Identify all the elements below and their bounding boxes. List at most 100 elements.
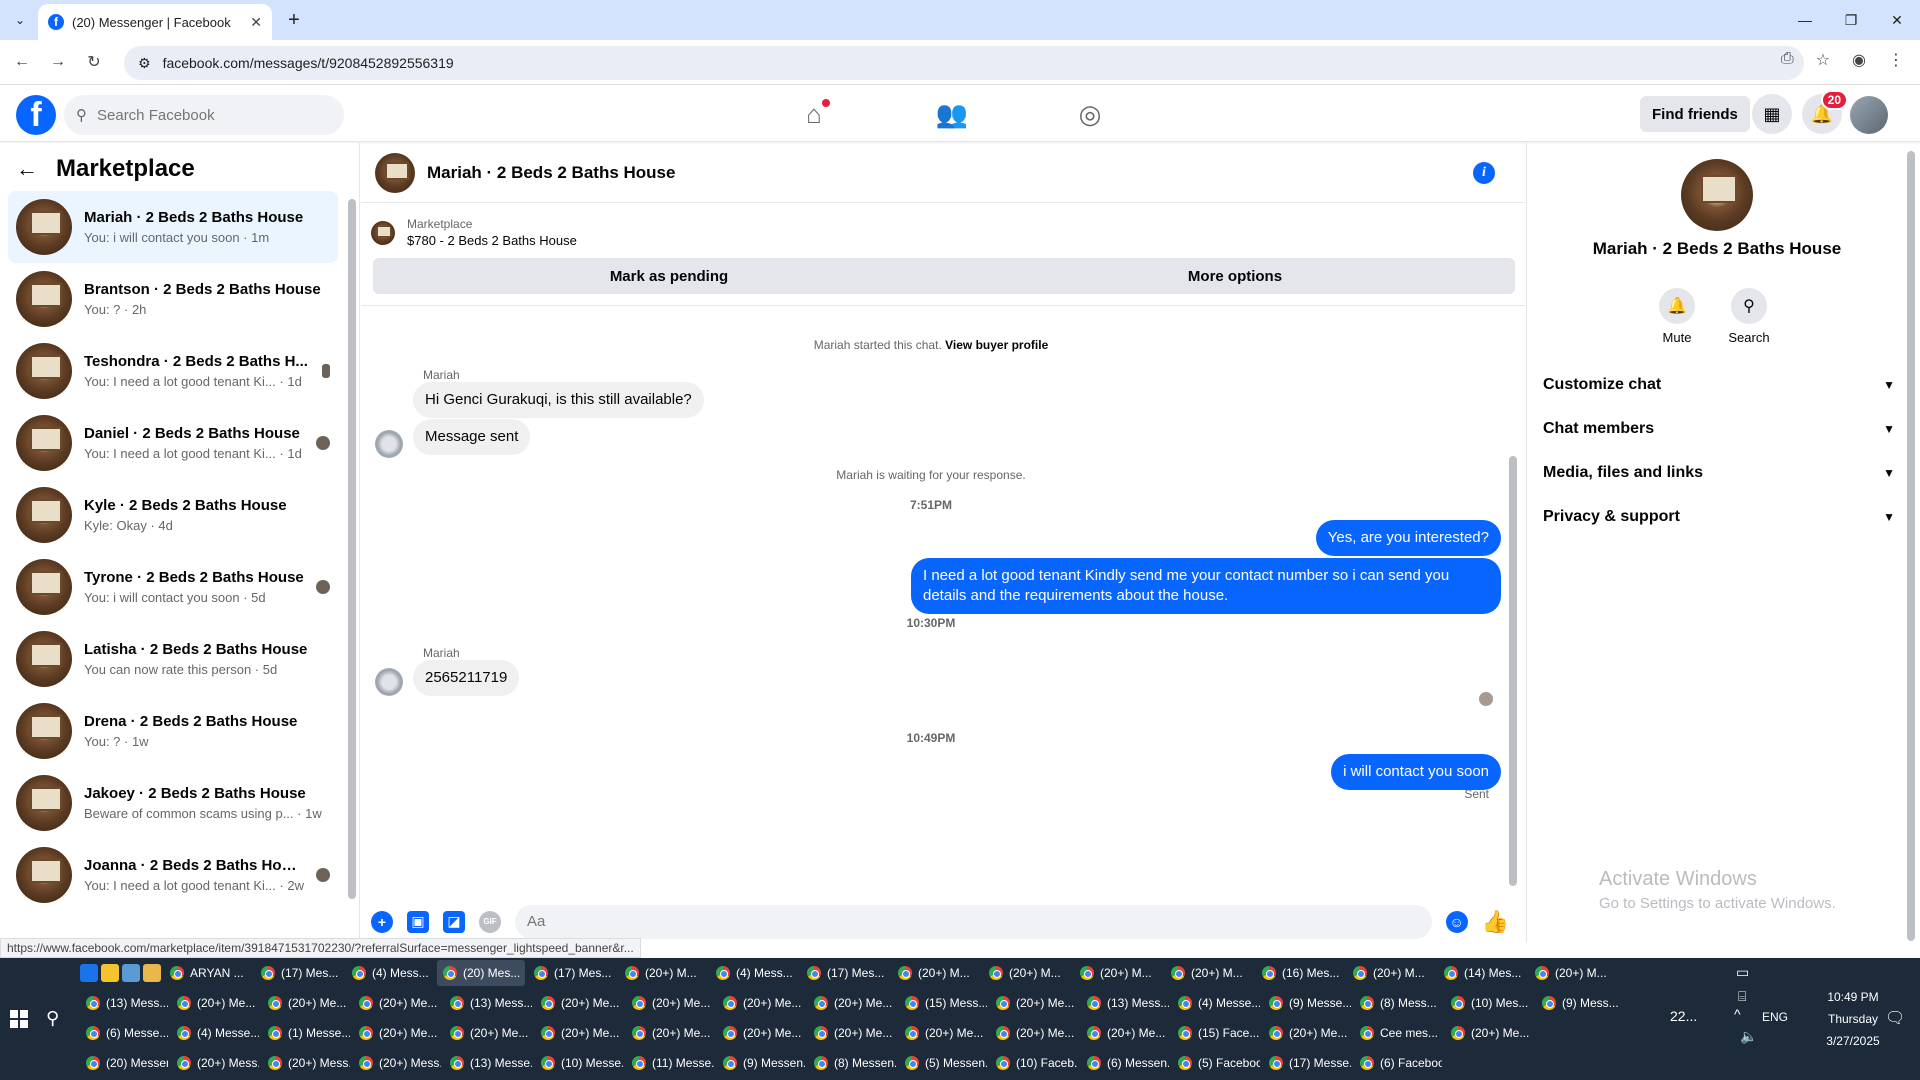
taskbar-window-item[interactable]: (10) Mes... [1445,990,1533,1016]
forward-arrow-icon[interactable]: → [46,50,70,74]
taskbar-window-item[interactable]: (6) Messe... [80,1020,168,1046]
tab-search-chevron-icon[interactable]: ⌄ [8,8,32,32]
taskbar-window-item[interactable]: (8) Messen... [808,1050,896,1076]
taskbar-window-item[interactable]: (20+) Me... [444,1020,532,1046]
windows-start-icon[interactable] [10,1010,28,1028]
new-tab-icon[interactable]: + [282,8,306,32]
taskbar-window-item[interactable]: (13) Messe... [444,1050,532,1076]
incoming-message[interactable]: 2565211719 [413,660,520,696]
search-conversation-button[interactable]: ⚲ Search [1719,288,1779,345]
taskbar-window-item[interactable]: (4) Messe... [1172,990,1260,1016]
taskbar-window-item[interactable]: (15) Face... [1172,1020,1260,1046]
taskbar-window-item[interactable]: (17) Mes... [801,960,889,986]
taskbar-window-item[interactable]: (20+) M... [1347,960,1435,986]
edge-icon[interactable] [80,964,98,982]
taskbar-window-item[interactable]: (20+) Me... [1081,1020,1169,1046]
taskbar-window-item[interactable]: (20+) Me... [717,990,805,1016]
desktop-icon[interactable]: ▭ [1736,964,1749,981]
notifications-bell-icon[interactable]: 🔔 20 [1802,90,1848,134]
taskbar-window-item[interactable]: (20+) M... [1165,960,1253,986]
menu-grid-icon[interactable]: ▦ [1752,94,1792,134]
action-center-icon[interactable]: 🗨 [1885,1008,1905,1028]
taskbar-window-item[interactable]: (9) Mess... [1536,990,1624,1016]
taskbar-window-item[interactable]: (5) Messen... [899,1050,987,1076]
sticky-notes-icon[interactable] [101,964,119,982]
taskbar-window-item[interactable]: (20+) Mess... [262,1050,350,1076]
kebab-menu-icon[interactable]: ⋮ [1888,50,1904,70]
site-info-icon[interactable]: ⚙ [138,55,151,72]
taskbar-window-item[interactable]: (9) Messen... [717,1050,805,1076]
back-arrow-icon[interactable]: ← [10,50,34,74]
info-icon[interactable]: i [1473,161,1495,184]
taskbar-window-item[interactable]: (20+) Me... [626,990,714,1016]
bookmark-star-icon[interactable]: ☆ [1816,50,1830,70]
taskbar-window-item[interactable]: (20+) M... [619,960,707,986]
emoji-icon[interactable]: ☺ [1445,910,1468,933]
taskbar-window-item[interactable]: (8) Mess... [1354,990,1442,1016]
network-icon[interactable]: ⌸ [1738,988,1746,1005]
file-explorer-icon[interactable] [143,964,161,982]
taskbar-window-item[interactable]: (20+) Mess... [171,1050,259,1076]
taskbar-window-item[interactable]: (17) Mes... [255,960,343,986]
taskbar-window-item[interactable]: (10) Messe... [535,1050,623,1076]
conversation-item[interactable]: Joanna · 2 Beds 2 Baths House You: I nee… [8,839,338,911]
photo-icon[interactable]: ▣ [407,910,429,933]
nav-friends[interactable]: 👥 [896,86,1008,142]
taskbar-window-item[interactable]: (13) Mess... [80,990,168,1016]
sticker-icon[interactable]: ◪ [443,910,465,933]
nav-home[interactable]: ⌂ [758,86,870,142]
conversation-item[interactable]: Brantson · 2 Beds 2 Baths House You: ? ·… [8,263,338,335]
thread-scrollbar[interactable] [1509,456,1517,886]
marketplace-listing-bar[interactable]: Marketplace $780 - 2 Beds 2 Baths House [371,217,577,248]
outgoing-message[interactable]: Yes, are you interested? [1315,520,1501,556]
taskbar-window-item[interactable]: (20+) Me... [626,1020,714,1046]
taskbar-window-item[interactable]: (20+) Me... [1445,1020,1533,1046]
taskbar-window-item[interactable]: (20+) Me... [899,1020,987,1046]
customize-chat-section[interactable]: Customize chat ▼ [1543,363,1895,407]
media-files-links-section[interactable]: Media, files and links ▼ [1543,451,1895,495]
taskbar-window-item[interactable]: (20+) Me... [808,1020,896,1046]
profile-icon[interactable]: ◉ [1852,50,1866,70]
privacy-support-section[interactable]: Privacy & support ▼ [1543,495,1895,539]
conversation-item[interactable]: Daniel · 2 Beds 2 Baths House You: I nee… [8,407,338,479]
conversation-item[interactable]: Teshondra · 2 Beds 2 Baths H... You: I n… [8,335,338,407]
outgoing-message[interactable]: I need a lot good tenant Kindly send me … [911,558,1501,614]
taskbar-window-item[interactable]: (20+) Me... [535,990,623,1016]
conversation-scrollbar[interactable] [348,199,356,899]
conversation-item[interactable]: Kyle · 2 Beds 2 Baths House Kyle: Okay ·… [8,479,338,551]
taskbar-window-item[interactable]: (20+) Me... [535,1020,623,1046]
find-friends-button[interactable]: Find friends [1640,96,1750,132]
taskbar-window-item[interactable]: (5) Faceboo... [1172,1050,1260,1076]
page-scrollbar[interactable] [1907,151,1915,941]
taskbar-window-item[interactable]: (1) Messe... [262,1020,350,1046]
taskbar-window-item[interactable]: (20+) Me... [990,1020,1078,1046]
taskbar-window-item[interactable]: (4) Mess... [710,960,798,986]
taskbar-window-item[interactable]: (20+) Me... [990,990,1078,1016]
language-indicator[interactable]: ENG [1762,1010,1788,1024]
volume-icon[interactable]: 🔈 [1740,1028,1757,1045]
search-input[interactable] [97,106,297,124]
taskbar-window-item[interactable]: (20+) Mess... [353,1050,441,1076]
taskbar-window-item[interactable]: (20+) Me... [717,1020,805,1046]
close-tab-icon[interactable]: ✕ [250,14,262,31]
facebook-logo-icon[interactable]: f [16,95,56,135]
taskbar-window-item[interactable]: (9) Messe... [1263,990,1351,1016]
account-avatar[interactable] [1850,96,1888,134]
taskbar-window-item[interactable]: (17) Messe... [1263,1050,1351,1076]
incoming-message[interactable]: Message sent [413,419,531,455]
mark-as-pending-button[interactable]: Mark as pending [373,258,965,294]
taskbar-window-item[interactable]: (6) Messen... [1081,1050,1169,1076]
taskbar-window-item[interactable]: (13) Mess... [444,990,532,1016]
taskbar-window-item[interactable]: (20) Mes... [437,960,525,986]
taskbar-window-item[interactable]: Cee mes... [1354,1020,1442,1046]
taskbar-window-item[interactable]: ARYAN ... [164,960,252,986]
taskbar-window-item[interactable]: (20+) Me... [262,990,350,1016]
taskbar-window-item[interactable]: (16) Mes... [1256,960,1344,986]
profile-avatar[interactable] [1681,159,1753,231]
taskbar-window-item[interactable]: (20+) M... [1529,960,1617,986]
chat-members-section[interactable]: Chat members ▼ [1543,407,1895,451]
gif-icon[interactable]: GIF [479,910,501,933]
chat-avatar[interactable] [375,152,415,193]
show-hidden-icons-chevron-icon[interactable]: ^ [1734,1006,1741,1022]
chat-title[interactable]: Mariah · 2 Beds 2 Baths House [427,163,1461,183]
